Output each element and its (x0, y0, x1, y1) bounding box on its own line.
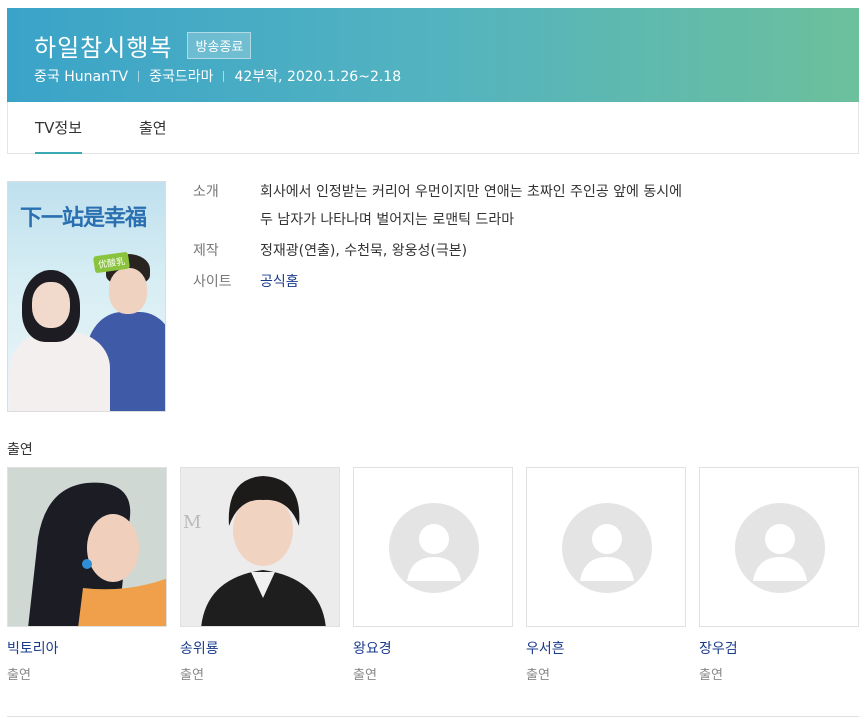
cast-name[interactable]: 빅토리아 (7, 638, 167, 658)
cast-role: 출연 (699, 668, 723, 683)
cast-card[interactable]: 장우검 출연 (699, 467, 859, 683)
official-site-link[interactable]: 공식홈 (260, 268, 299, 296)
poster-title: 下一站是幸福 (20, 205, 147, 231)
meta-episodes-dates: 42부작, 2020.1.26~2.18 (234, 69, 402, 85)
cast-card[interactable]: M 송위룡 출연 (180, 467, 340, 683)
person-photo (8, 468, 166, 626)
svg-text:M: M (183, 512, 201, 533)
cast-name[interactable]: 송위룡 (180, 638, 340, 658)
bottom-divider (7, 716, 859, 717)
cast-name[interactable]: 장우검 (699, 638, 859, 658)
drama-poster[interactable]: 下一站是幸福 优酸乳 (7, 181, 166, 412)
cast-role: 출연 (526, 668, 550, 683)
person-photo: M (181, 468, 339, 626)
default-profile-icon (389, 503, 479, 593)
tab-tv-info[interactable]: TV정보 (35, 102, 83, 154)
info-row-intro: 소개 회사에서 인정받는 커리어 우먼이지만 연애는 초짜인 주인공 앞에 동시… (193, 178, 833, 234)
info-row-production: 제작 정재광(연출), 수천묵, 왕웅성(극본) (193, 237, 833, 265)
drama-title: 하일참시행복 (34, 34, 173, 62)
cast-card[interactable]: 빅토리아 출연 (7, 467, 167, 683)
meta-row: 중국 HunanTV 중국드라마 42부작, 2020.1.26~2.18 (34, 66, 401, 86)
intro-line-2: 두 남자가 나타나며 벌어지는 로맨틱 드라마 (260, 212, 515, 228)
status-badge: 방송종료 (187, 32, 252, 59)
cast-role: 출연 (353, 668, 377, 683)
cast-photo[interactable] (699, 467, 859, 627)
production-value: 정재광(연출), 수천묵, 왕웅성(극본) (260, 243, 468, 259)
cast-photo[interactable]: M (180, 467, 340, 627)
cast-name[interactable]: 우서흔 (526, 638, 686, 658)
cast-photo[interactable] (526, 467, 686, 627)
cast-name[interactable]: 왕요경 (353, 638, 513, 658)
cast-role: 출연 (180, 668, 204, 683)
meta-divider (138, 70, 140, 82)
cast-heading: 출연 (7, 442, 33, 458)
info-row-site: 사이트 공식홈 (193, 268, 833, 296)
site-label: 사이트 (193, 274, 232, 290)
tab-bar: TV정보 출연 (7, 102, 859, 154)
intro-label: 소개 (193, 184, 219, 200)
default-profile-icon (562, 503, 652, 593)
tab-cast[interactable]: 출연 (139, 102, 167, 153)
info-table: 소개 회사에서 인정받는 커리어 우먼이지만 연애는 초짜인 주인공 앞에 동시… (193, 178, 833, 296)
default-profile-icon (735, 503, 825, 593)
drama-header: 하일참시행복 방송종료 중국 HunanTV 중국드라마 42부작, 2020.… (7, 8, 859, 102)
cast-role: 출연 (7, 668, 31, 683)
production-label: 제작 (193, 243, 219, 259)
title-row: 하일참시행복 방송종료 (34, 28, 252, 63)
intro-value: 회사에서 인정받는 커리어 우먼이지만 연애는 초짜인 주인공 앞에 동시에 두… (260, 178, 682, 234)
intro-line-1: 회사에서 인정받는 커리어 우먼이지만 연애는 초짜인 주인공 앞에 동시에 (260, 184, 682, 200)
cast-photo[interactable] (7, 467, 167, 627)
cast-card[interactable]: 우서흔 출연 (526, 467, 686, 683)
cast-photo[interactable] (353, 467, 513, 627)
meta-divider (223, 70, 225, 82)
meta-network: 중국 HunanTV (34, 69, 129, 85)
meta-genre: 중국드라마 (149, 69, 214, 85)
cast-card[interactable]: 왕요경 출연 (353, 467, 513, 683)
